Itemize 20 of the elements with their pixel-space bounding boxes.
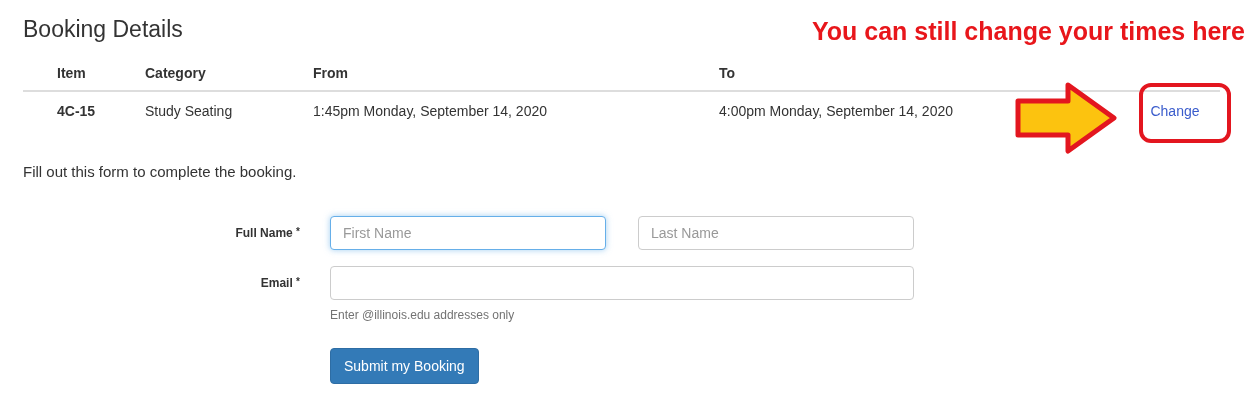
field-label: Full Name * (234, 225, 300, 242)
column-header: Item (56, 65, 87, 81)
field-label: Email * (259, 275, 300, 292)
annotation-text: You can still change your times here (812, 17, 1245, 46)
help-text: Enter @illinois.edu addresses only (330, 308, 516, 322)
change-link[interactable]: Change (1144, 99, 1206, 123)
submit-button[interactable]: Submit my Booking (330, 348, 479, 384)
column-header: From (313, 65, 349, 81)
column-header: Category (145, 65, 207, 81)
table-cell-text: 4C-15 (56, 103, 97, 119)
table-cell-text: 1:45pm Monday, September 14, 2020 (313, 103, 548, 119)
input-field[interactable]: First Name (330, 216, 606, 250)
input-field[interactable] (330, 266, 914, 300)
table-cell-text: Study Seating (145, 103, 234, 119)
form-intro: Fill out this form to complete the booking. (23, 163, 297, 180)
input-field[interactable]: Last Name (638, 216, 914, 250)
page-heading: Booking Details (23, 16, 183, 43)
column-header: To (719, 65, 737, 81)
arrow-icon (1015, 81, 1119, 155)
table-cell-text: 4:00pm Monday, September 14, 2020 (719, 103, 954, 119)
